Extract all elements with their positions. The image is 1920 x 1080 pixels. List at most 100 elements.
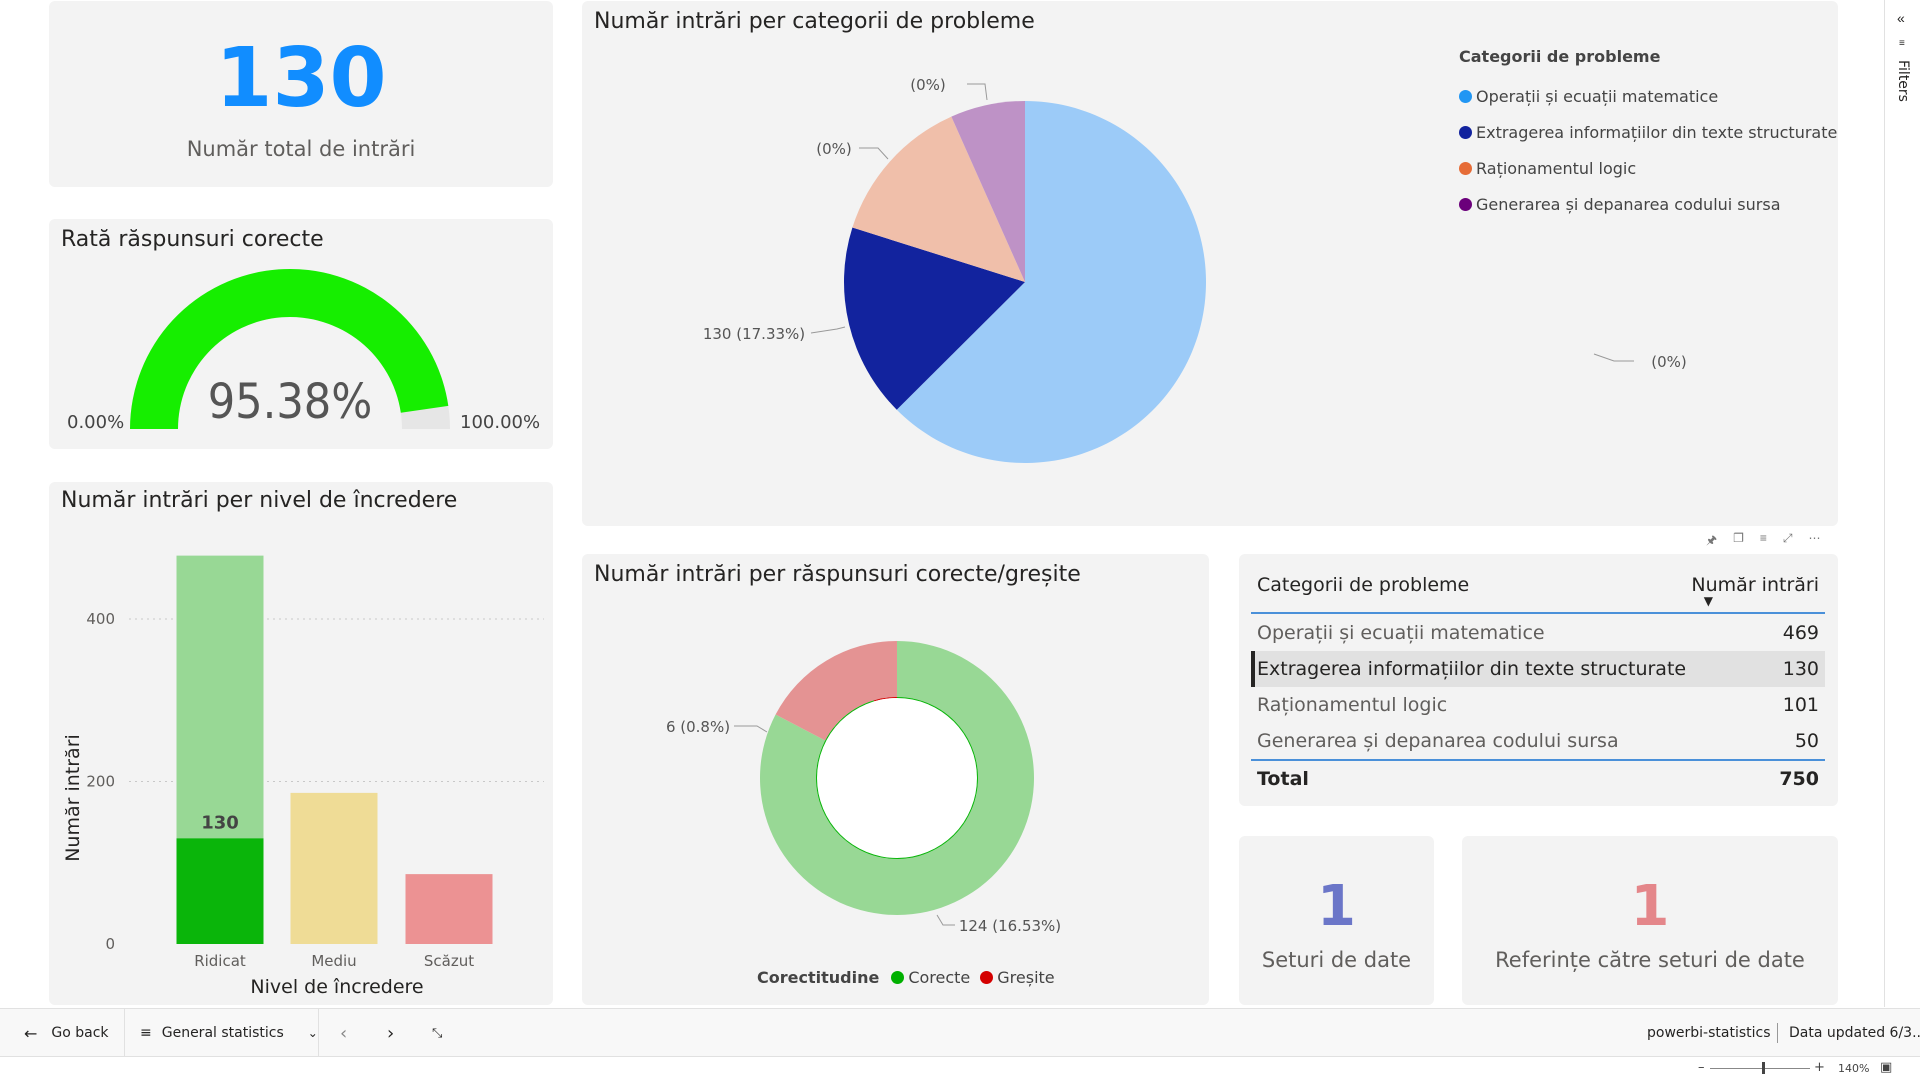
kpi-total-label: Număr total de intrări [186, 137, 416, 161]
divider [318, 1009, 319, 1057]
kpi-references-label: Referințe către seturi de date [1495, 948, 1805, 972]
table-cell-category: Raționamentul logic [1257, 694, 1448, 716]
kpi-references-card[interactable]: 1 Referințe către seturi de date [1462, 836, 1838, 1005]
kpi-datasets-value: 1 [1317, 874, 1356, 939]
page-selector[interactable]: ≡ General statistics ⌄ [140, 1009, 318, 1057]
status-bar: – + 140% ▣ [0, 1056, 1920, 1080]
pin-icon[interactable]: 🖈 [1706, 531, 1717, 552]
legend-item-code[interactable]: Generarea și depanarea codului sursa [1459, 186, 1837, 222]
bar-y-tick-label: 0 [105, 935, 115, 953]
legend-dot [980, 971, 994, 984]
table-total-row: Total 750 [1251, 759, 1825, 795]
zoom-in-button[interactable]: + [1814, 1060, 1825, 1075]
more-options-icon[interactable]: ⋯ [1809, 531, 1821, 552]
bar-x-tick-label: Ridicat [194, 952, 246, 970]
collapse-icon[interactable]: ⤡ [432, 1009, 442, 1057]
table-header-count[interactable]: Număr intrări [1691, 574, 1819, 596]
donut-label-wrong: 6 (0.8%) [666, 718, 730, 736]
legend-item-logic[interactable]: Raționamentul logic [1459, 150, 1837, 186]
bar-x-tick-label: Mediu [311, 952, 356, 970]
table-cell-count: 130 [1782, 658, 1819, 680]
legend-item-wrong[interactable]: Greșite [980, 968, 1055, 987]
go-back-button[interactable]: ← Go back [24, 1009, 109, 1057]
donut-leader-wrong [734, 725, 768, 733]
table-cell-count: 101 [1782, 694, 1819, 716]
table-row[interactable]: Generarea și depanarea codului sursa 50 [1251, 723, 1825, 759]
gauge-card[interactable]: Rată răspunsuri corecte 95.38% 0.00% 100… [49, 219, 553, 449]
visual-header-toolbar: 🖈 ❐ ≡ ⤢ ⋯ [1706, 531, 1821, 552]
legend-label: Extragerea informațiilor din texte struc… [1476, 122, 1838, 142]
donut-legend-title: Corectitudine [757, 968, 880, 987]
table-total-label: Total [1257, 768, 1309, 790]
correctness-donut-card[interactable]: Număr intrări per răspunsuri corecte/gre… [582, 554, 1209, 1005]
pie-label-extract: 130 (17.33%) [703, 325, 805, 343]
legend-dot [891, 971, 905, 984]
category-pie-card[interactable]: Număr intrări per categorii de probleme … [582, 1, 1838, 526]
gauge-chart: 95.38% 0.00% 100.00% [67, 269, 540, 433]
table-header-category[interactable]: Categorii de probleme [1257, 574, 1469, 596]
table-row[interactable]: Operații și ecuații matematice 469 [1251, 615, 1825, 651]
kpi-total-value: 130 [215, 31, 387, 126]
legend-label: Corecte [908, 968, 971, 987]
report-name: powerbi-statistics [1647, 1025, 1771, 1041]
report-canvas: 130 Număr total de intrări Rată răspunsu… [0, 0, 1880, 1007]
bar-y-tick-label: 400 [86, 610, 115, 628]
pie-leader-logic [859, 147, 889, 160]
bar-data-label: 130 [201, 812, 239, 833]
donut-leader-correct [936, 914, 955, 926]
pie-legend-title: Categorii de probleme [1459, 47, 1661, 66]
donut-hole [817, 698, 977, 858]
zoom-level: 140% [1838, 1062, 1870, 1075]
legend-dot [1459, 161, 1472, 175]
legend-item-extract[interactable]: Extragerea informațiilor din texte struc… [1459, 114, 1837, 150]
legend-label: Operații și ecuații matematice [1476, 86, 1719, 106]
data-updated-status[interactable]: Data updated 6/3... [1789, 1009, 1920, 1057]
filter-funnel-icon: ≡ [1899, 38, 1905, 49]
pie-legend: Categorii de probleme Operații și ecuați… [1459, 47, 1837, 222]
zoom-slider-thumb[interactable] [1762, 1062, 1765, 1074]
legend-item-correct[interactable]: Corecte [891, 968, 970, 987]
table-header: Categorii de probleme Număr intrări ▼ [1251, 554, 1825, 614]
kpi-total-card[interactable]: 130 Număr total de intrări [49, 1, 553, 187]
page-list-icon: ≡ [140, 1025, 152, 1041]
legend-label: Raționamentul logic [1476, 158, 1637, 178]
bar-x-axis-title: Nivel de încredere [250, 976, 423, 998]
legend-label: Generarea și depanarea codului sursa [1476, 194, 1781, 214]
category-table-card[interactable]: Categorii de probleme Număr intrări ▼ Op… [1239, 554, 1838, 806]
bar-y-axis-title: Număr intrări [62, 734, 84, 862]
legend-item-math[interactable]: Operații și ecuații matematice [1459, 78, 1837, 114]
bar-mediu [290, 792, 378, 944]
filter-icon[interactable]: ≡ [1760, 531, 1767, 552]
donut-legend: Corectitudine Corecte Greșite [757, 968, 1055, 987]
copy-icon[interactable]: ❐ [1733, 531, 1744, 552]
table-row-selected[interactable]: Extragerea informațiilor din texte struc… [1251, 651, 1825, 687]
collapse-filters-icon[interactable]: « [1897, 10, 1905, 26]
bar-highlight-ridicat [176, 838, 264, 944]
filters-pane[interactable]: « ≡ Filters [1884, 0, 1920, 1007]
back-arrow-icon: ← [24, 1023, 38, 1043]
pie-leader-extract [810, 326, 846, 334]
pie-leader-math [1593, 353, 1634, 362]
gauge-max-label: 100.00% [460, 412, 540, 433]
bar-x-tick-label: Scăzut [424, 952, 474, 970]
kpi-datasets-card[interactable]: 1 Seturi de date [1239, 836, 1434, 1005]
page-name: General statistics [161, 1025, 284, 1041]
bar-chart: Număr intrări Nivel de încredere 0 200 400… [62, 555, 544, 998]
zoom-slider[interactable] [1710, 1068, 1810, 1069]
pie-leader-code [967, 83, 988, 101]
table-row[interactable]: Raționamentul logic 101 [1251, 687, 1825, 723]
previous-page-button[interactable]: ‹ [340, 1009, 347, 1057]
bottom-navigation-bar: ← Go back ≡ General statistics ⌄ ‹ › ⤡ p… [0, 1008, 1920, 1057]
chevron-down-icon: ⌄ [307, 1026, 318, 1040]
pie-label-logic: (0%) [816, 140, 852, 158]
focus-mode-icon[interactable]: ⤢ [1783, 531, 1793, 552]
gauge-value: 95.38% [208, 374, 373, 430]
kpi-datasets-label: Seturi de date [1261, 948, 1412, 972]
confidence-bar-card[interactable]: Număr intrări per nivel de încredere Num… [49, 482, 553, 1005]
next-page-button[interactable]: › [387, 1009, 394, 1057]
sort-descending-icon[interactable]: ▼ [1704, 594, 1713, 608]
table-cell-category: Operații și ecuații matematice [1257, 622, 1545, 644]
fit-to-page-icon[interactable]: ▣ [1880, 1060, 1892, 1075]
zoom-out-button[interactable]: – [1698, 1060, 1705, 1075]
gauge-min-label: 0.00% [67, 412, 124, 433]
